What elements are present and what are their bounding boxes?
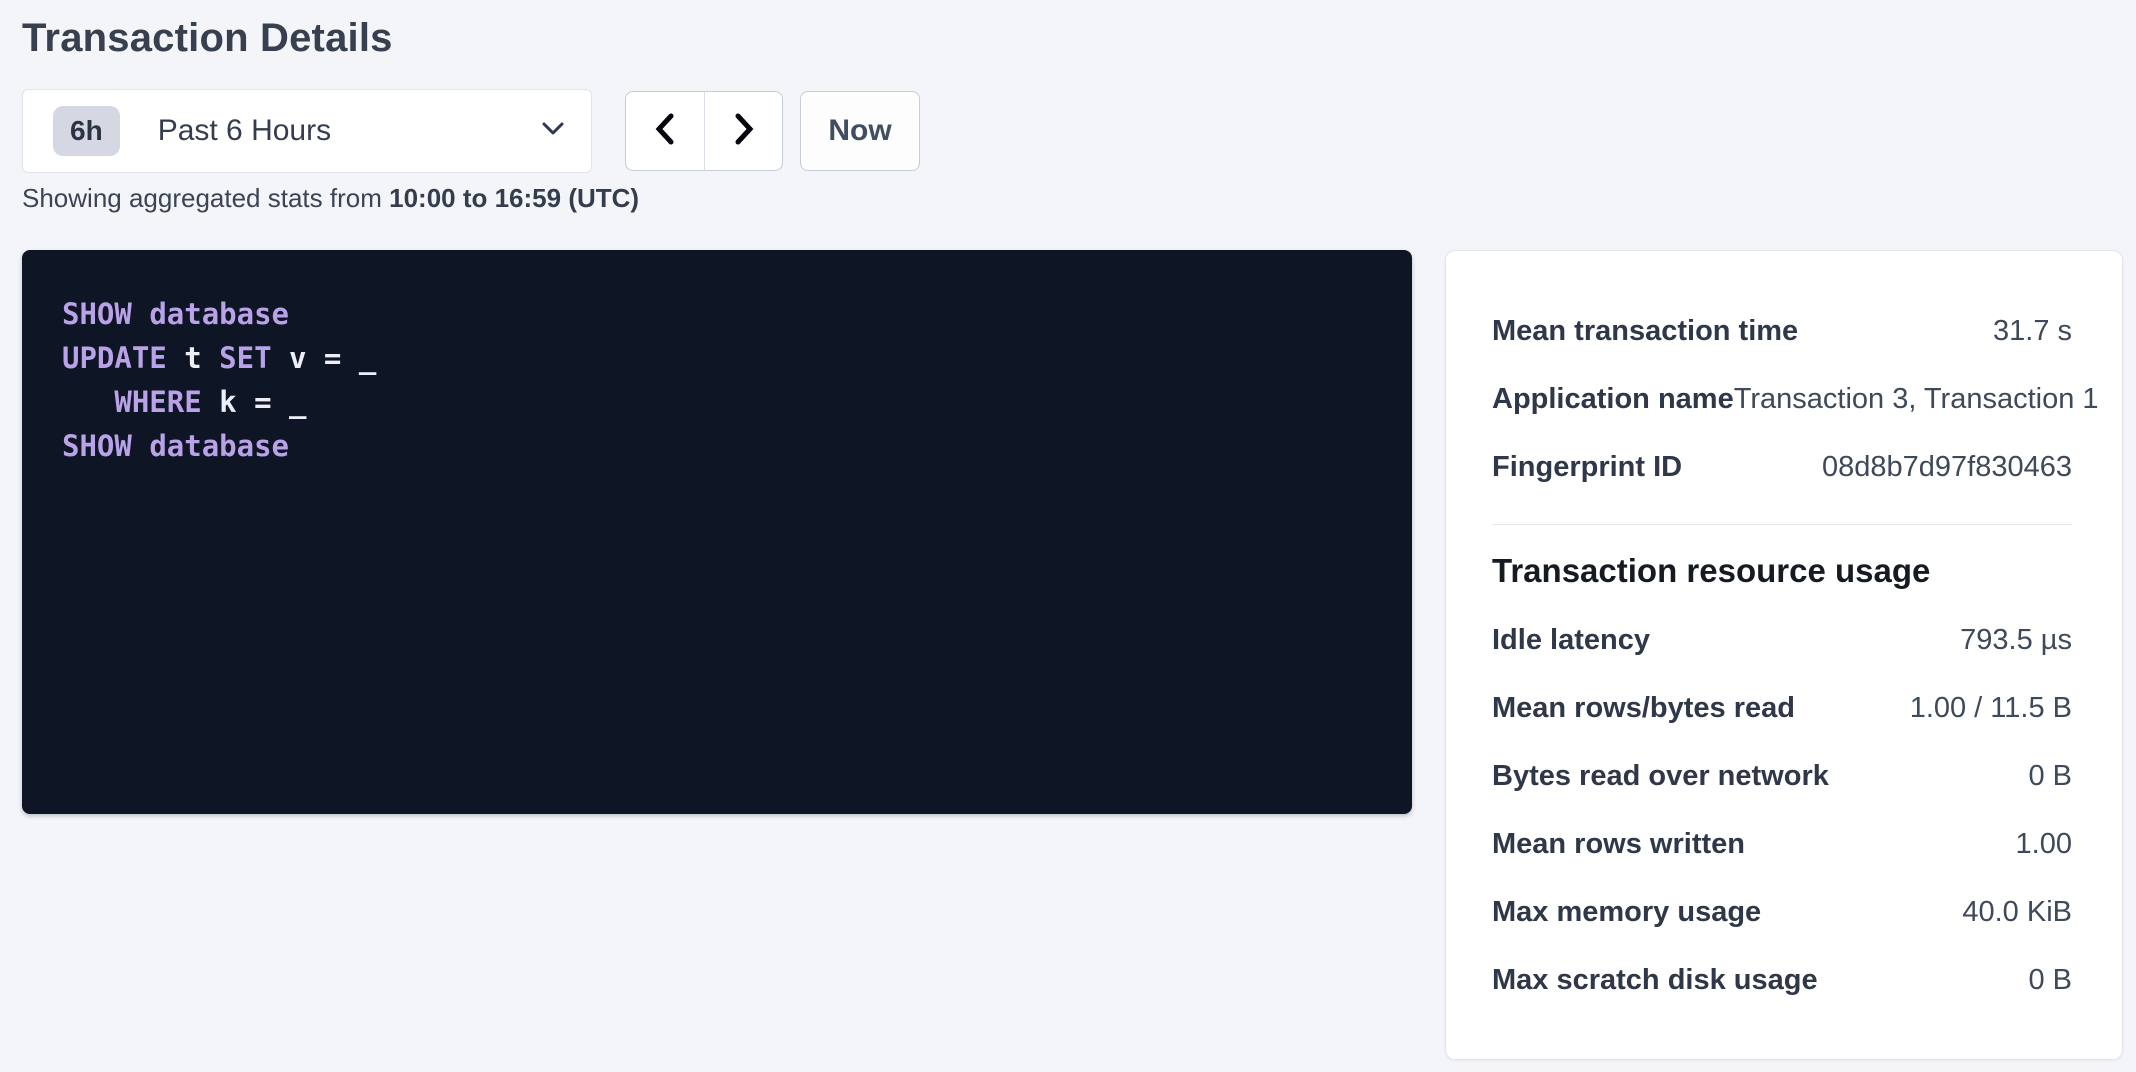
card-divider — [1492, 524, 2072, 525]
stat-value: 1.00 — [2016, 828, 2072, 861]
stat-label: Idle latency — [1492, 624, 1650, 657]
stat-value: Transaction 3, Transaction 1 — [1734, 383, 2099, 416]
aggregation-window-text: Showing aggregated stats from 10:00 to 1… — [22, 183, 2123, 214]
transaction-details-page: Transaction Details 6h Past 6 Hours — [0, 0, 2136, 1060]
stat-row-mean-transaction-time: Mean transaction time 31.7 s — [1492, 297, 2072, 365]
chevron-right-icon — [731, 111, 757, 152]
stat-label: Max memory usage — [1492, 896, 1761, 929]
stat-row-max-memory-usage: Max memory usage 40.0 KiB — [1492, 878, 2072, 946]
transaction-stats-card: Mean transaction time 31.7 s Application… — [1445, 250, 2123, 1060]
main-content: SHOW database UPDATE t SET v = _ WHERE k… — [22, 250, 2123, 1060]
sql-code: SHOW database UPDATE t SET v = _ WHERE k… — [62, 292, 1372, 468]
stat-row-fingerprint-id: Fingerprint ID 08d8b7d97f830463 — [1492, 433, 2072, 501]
stat-row-mean-rows-bytes-read: Mean rows/bytes read 1.00 / 11.5 B — [1492, 674, 2072, 742]
stat-row-bytes-read-over-network: Bytes read over network 0 B — [1492, 742, 2072, 810]
stat-row-idle-latency: Idle latency 793.5 µs — [1492, 606, 2072, 674]
stat-label: Mean transaction time — [1492, 315, 1798, 348]
previous-interval-button[interactable] — [625, 91, 704, 171]
stat-row-max-scratch-disk-usage: Max scratch disk usage 0 B — [1492, 946, 2072, 1014]
stat-label: Max scratch disk usage — [1492, 964, 1818, 997]
page-title: Transaction Details — [22, 16, 2123, 61]
stat-label: Fingerprint ID — [1492, 451, 1682, 484]
stat-label: Bytes read over network — [1492, 760, 1829, 793]
time-range-badge: 6h — [53, 106, 120, 156]
stat-label: Mean rows/bytes read — [1492, 692, 1795, 725]
now-button[interactable]: Now — [800, 91, 920, 171]
stat-value: 0 B — [2028, 964, 2072, 997]
time-controls: 6h Past 6 Hours — [22, 89, 2123, 173]
stat-value: 31.7 s — [1993, 315, 2072, 348]
stat-value: 0 B — [2028, 760, 2072, 793]
stat-label: Application name — [1492, 383, 1734, 416]
stat-value: 1.00 / 11.5 B — [1910, 692, 2072, 725]
stat-value: 40.0 KiB — [1962, 896, 2072, 929]
stat-value: 08d8b7d97f830463 — [1822, 451, 2072, 484]
chevron-down-icon — [541, 121, 565, 142]
time-range-label: Past 6 Hours — [158, 114, 541, 148]
transaction-sql-statements: SHOW database UPDATE t SET v = _ WHERE k… — [22, 250, 1412, 814]
next-interval-button[interactable] — [704, 91, 783, 171]
stat-row-mean-rows-written: Mean rows written 1.00 — [1492, 810, 2072, 878]
stat-value: 793.5 µs — [1960, 624, 2072, 657]
resource-usage-section-title: Transaction resource usage — [1492, 552, 2072, 590]
stat-label: Mean rows written — [1492, 828, 1745, 861]
chevron-left-icon — [652, 111, 678, 152]
time-range-dropdown[interactable]: 6h Past 6 Hours — [22, 89, 592, 173]
stat-row-application-name: Application name Transaction 3, Transact… — [1492, 365, 2072, 433]
time-range-nav — [625, 91, 783, 171]
